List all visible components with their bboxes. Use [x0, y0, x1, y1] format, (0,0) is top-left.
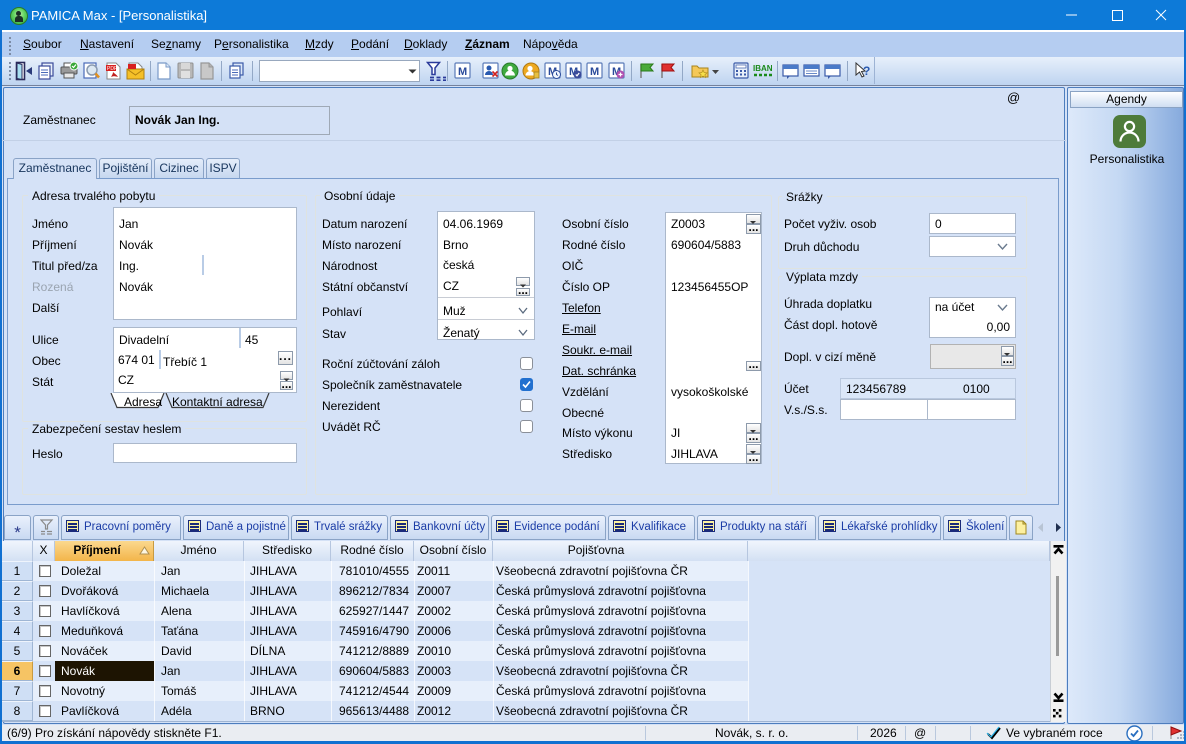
- svg-text:IBAN: IBAN: [753, 64, 773, 73]
- svg-text:M: M: [590, 66, 599, 78]
- svg-text:PDF: PDF: [107, 66, 117, 72]
- svg-text:M: M: [458, 66, 467, 78]
- svg-text:?: ?: [863, 64, 870, 78]
